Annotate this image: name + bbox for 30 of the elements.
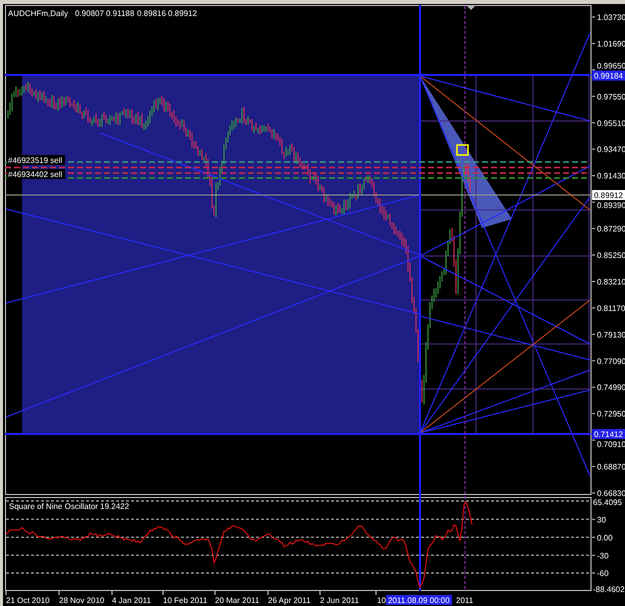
indicator-title: Square of Nine Oscillator 19.2422 bbox=[9, 502, 130, 511]
order-label: #46934402 sell bbox=[7, 169, 65, 179]
date-label: 20 Mar 2011 bbox=[215, 596, 260, 605]
square-marker bbox=[456, 144, 469, 156]
date-label: 10 bbox=[377, 596, 386, 605]
oscillator-scale-label: 30 bbox=[597, 515, 606, 524]
price-tag: 0.71412 bbox=[592, 429, 625, 439]
price-tag: 0.89912 bbox=[592, 190, 625, 200]
oscillator-scale-label: 0.00 bbox=[597, 533, 613, 542]
ohlc-value: 0.89816 bbox=[137, 9, 166, 18]
date-label: 4 Jan 2011 bbox=[112, 596, 151, 605]
symbol-title: AUDCHFm,Daily bbox=[8, 9, 68, 18]
cursor-date-label: 2011.08.09 00:00 bbox=[386, 595, 452, 605]
date-label: 26 Apr 2011 bbox=[268, 596, 311, 605]
price-tag: 0.99184 bbox=[592, 70, 625, 81]
ohlc-value: 0.89912 bbox=[168, 9, 197, 18]
date-label: 2 Jun 2011 bbox=[320, 596, 359, 605]
date-label: 2011 bbox=[456, 596, 474, 605]
price-label: 0.81170 bbox=[597, 304, 625, 313]
date-label: 10 Feb 2011 bbox=[163, 596, 208, 605]
oscillator-scale-label: -30 bbox=[597, 551, 609, 560]
triangle-marker-icon bbox=[466, 5, 476, 10]
ohlc-value: 0.91188 bbox=[106, 9, 134, 18]
oscillator-value-label: 65.4095 bbox=[593, 498, 622, 507]
ohlc-value: 0.90807 bbox=[75, 9, 104, 18]
date-label: 28 Nov 2010 bbox=[59, 596, 104, 605]
oscillator-scale-label: -60 bbox=[597, 569, 609, 578]
date-label: 21 Oct 2010 bbox=[6, 596, 50, 605]
oscillator-value-label: -88.4602 bbox=[593, 585, 625, 594]
order-label: #46923519 sell bbox=[7, 155, 65, 165]
